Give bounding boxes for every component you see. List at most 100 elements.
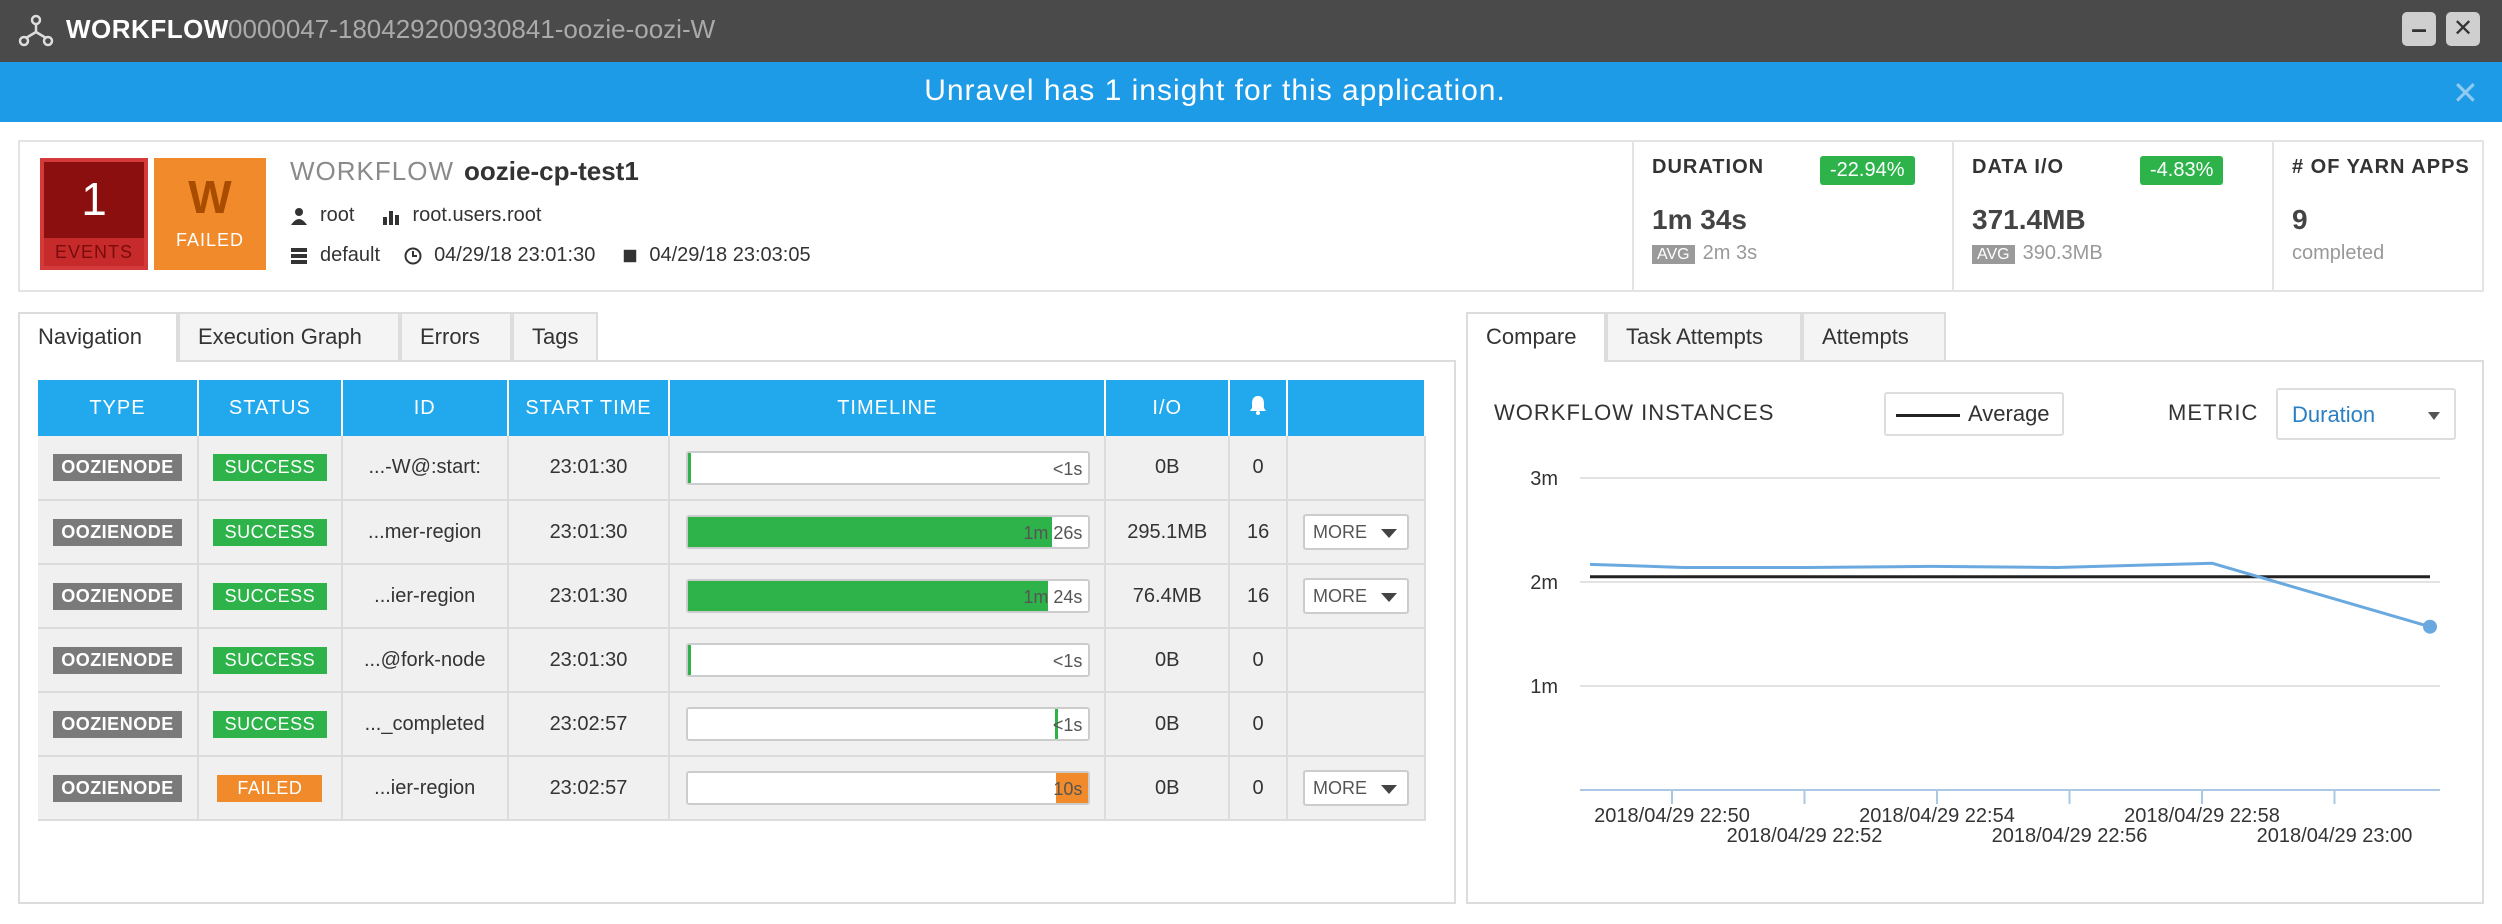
start-time-cell: 23:01:30 [507, 500, 671, 565]
col-start-time[interactable]: START TIME [507, 380, 671, 436]
metric-select[interactable]: Duration [2276, 388, 2456, 440]
id-cell[interactable]: ..._completed [341, 692, 509, 757]
tab-tags[interactable]: Tags [512, 312, 598, 360]
type-cell: OOZIENODE [38, 756, 199, 821]
x-tick-label: 2018/04/29 22:50 [1594, 805, 1750, 827]
duration-change-badge: -22.94% [1820, 156, 1915, 185]
table-row[interactable]: OOZIENODE SUCCESS ..._completed 23:02:57 <1s… [38, 692, 1426, 757]
stop-icon [624, 249, 637, 262]
timeline-cell: 1m 26s [669, 500, 1107, 565]
type-cell: OOZIENODE [38, 436, 199, 501]
metric-select-value: Duration [2292, 402, 2376, 427]
user-icon [291, 207, 307, 225]
io-cell: 76.4MB [1105, 564, 1231, 629]
workflow-summary: 1 EVENTS W FAILED WORKFLOW oozie-cp-test1… [18, 140, 2484, 292]
end-time: 04/29/18 23:03:05 [649, 244, 811, 266]
type-cell: OOZIENODE [38, 564, 199, 629]
data-io-change-badge: -4.83% [2140, 156, 2224, 185]
start-time-cell: 23:02:57 [507, 692, 671, 757]
tab-compare[interactable]: Compare [1466, 312, 1606, 362]
type-cell: OOZIENODE [38, 692, 199, 757]
avg-tag: AVG [1972, 245, 2015, 264]
timeline-label: <1s [1052, 458, 1083, 479]
tab-task-attempts[interactable]: Task Attempts [1606, 312, 1802, 360]
tab-navigation[interactable]: Navigation [18, 312, 178, 362]
status-pill: SUCCESS [212, 646, 328, 674]
type-pill: OOZIENODE [53, 454, 182, 481]
y-tick-label: 1m [1530, 676, 1558, 698]
timeline-bar: 1m 24s [686, 579, 1091, 613]
tab-errors[interactable]: Errors [400, 312, 512, 360]
status-cell: SUCCESS [197, 436, 343, 501]
metric-label: METRIC [2168, 400, 2259, 425]
queue-name: root.users.root [412, 204, 542, 226]
id-cell[interactable]: ...@fork-node [341, 628, 509, 693]
type-pill: OOZIENODE [53, 518, 182, 546]
alerts-cell: 16 [1229, 500, 1289, 565]
chart-legend[interactable]: Average [1884, 392, 2064, 436]
timeline-cell: <1s [669, 692, 1107, 757]
more-button[interactable]: MORE [1303, 578, 1410, 614]
more-button[interactable]: MORE [1303, 514, 1410, 550]
data-io-metric: DATA I/O -4.83% 371.4MB AVG 390.3MB [1952, 142, 2272, 290]
id-cell[interactable]: ...ier-region [341, 756, 509, 821]
timeline-label: <1s [1052, 651, 1083, 671]
user-name: root [320, 204, 355, 226]
duration-average: AVG 2m 3s [1652, 242, 1757, 265]
col-type[interactable]: TYPE [38, 380, 199, 436]
tab-attempts[interactable]: Attempts [1802, 312, 1946, 360]
timeline-bar: <1s [686, 643, 1091, 677]
status-cell: SUCCESS [197, 564, 343, 629]
timeline-fill [688, 452, 692, 483]
alerts-cell: 0 [1229, 436, 1289, 501]
timeline-bar: <1s [686, 707, 1091, 741]
workflow-name: oozie-cp-test1 [464, 156, 639, 186]
col-alerts[interactable] [1229, 380, 1289, 436]
status-badge: W FAILED [154, 158, 266, 270]
timeline-bar: 1m 26s [686, 515, 1091, 549]
y-tick-label: 3m [1530, 468, 1558, 490]
clock-icon [404, 247, 422, 264]
time-row: default 04/29/18 23:01:30 04/29/18 23:03… [290, 244, 811, 267]
io-cell: 0B [1105, 436, 1231, 501]
col-status[interactable]: STATUS [197, 380, 343, 436]
x-tick-label: 2018/04/29 22:52 [1727, 825, 1883, 847]
duration-series-line [1589, 561, 2431, 629]
status-label: FAILED [175, 230, 245, 250]
table-row[interactable]: OOZIENODE SUCCESS ...ier-region 23:01:30 1m … [38, 564, 1426, 629]
minimize-button[interactable]: – [2402, 12, 2436, 46]
alerts-cell: 0 [1229, 692, 1289, 757]
io-cell: 0B [1105, 692, 1231, 757]
events-badge[interactable]: 1 EVENTS [40, 158, 148, 270]
status-pill: SUCCESS [212, 582, 328, 610]
col-io[interactable]: I/O [1105, 380, 1231, 436]
workflow-icon [18, 14, 54, 47]
banner-close-icon[interactable]: ✕ [2452, 74, 2479, 112]
timeline-label: <1s [1052, 715, 1083, 735]
workflow-title: WORKFLOW oozie-cp-test1 [290, 156, 639, 187]
status-cell: SUCCESS [197, 628, 343, 693]
data-io-average: AVG 390.3MB [1972, 242, 2103, 265]
table-row[interactable]: OOZIENODE SUCCESS ...@fork-node 23:01:30 <1s… [38, 628, 1426, 693]
minimize-icon: – [2411, 13, 2427, 44]
type-pill: OOZIENODE [53, 710, 182, 738]
col-id[interactable]: ID [341, 380, 509, 436]
insight-message[interactable]: Unravel has 1 insight for this applicati… [0, 74, 2430, 108]
insight-banner[interactable]: Unravel has 1 insight for this applicati… [0, 62, 2502, 122]
table-row[interactable]: OOZIENODE FAILED ...ier-region 23:02:57 10s 0… [38, 756, 1426, 821]
yarn-apps-value: 9 [2292, 204, 2308, 235]
table-row[interactable]: OOZIENODE SUCCESS ...mer-region 23:01:30 1m … [38, 500, 1426, 565]
yarn-apps-metric: # OF YARN APPS 9 completed [2272, 142, 2484, 290]
more-button[interactable]: MORE [1303, 770, 1410, 806]
table-row[interactable]: OOZIENODE SUCCESS ...-W@:start: 23:01:30 <1s… [38, 436, 1426, 501]
id-cell[interactable]: ...-W@:start: [341, 436, 509, 501]
tab-execution-graph[interactable]: Execution Graph [178, 312, 400, 360]
id-cell[interactable]: ...mer-region [341, 500, 509, 565]
type-cell: OOZIENODE [38, 500, 199, 565]
col-timeline[interactable]: TIMELINE [669, 380, 1107, 436]
timeline-cell: <1s [669, 436, 1107, 501]
id-cell[interactable]: ...ier-region [341, 564, 509, 629]
workflow-type-label: WORKFLOW [290, 156, 454, 186]
close-window-button[interactable]: ✕ [2446, 12, 2480, 46]
start-time-cell: 23:01:30 [507, 628, 671, 693]
